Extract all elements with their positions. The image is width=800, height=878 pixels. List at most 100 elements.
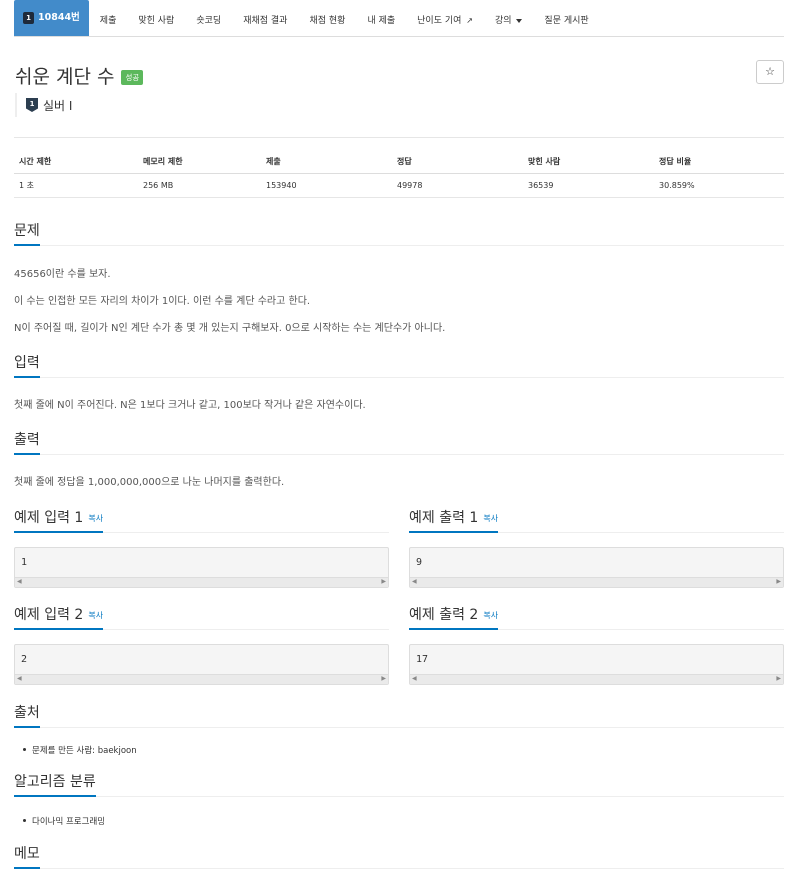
tab-problem-label: 10844번 bbox=[38, 12, 80, 23]
section-title-memo: 메모 bbox=[14, 843, 40, 869]
sample-output-2-value: 17 bbox=[416, 654, 429, 665]
sample-output-2-header: 예제 출력 2 복사 bbox=[409, 604, 784, 630]
section-title-problem: 문제 bbox=[14, 220, 40, 246]
tab-problem[interactable]: 1 10844번 bbox=[14, 0, 89, 36]
source-item: 문제를 만든 사람: baekjoon bbox=[23, 746, 137, 756]
table-row: 1 초 256 MB 153940 49978 36539 30.859% bbox=[14, 174, 784, 198]
sample-output-2-title: 예제 출력 2 bbox=[409, 607, 479, 623]
section-title-algorithm: 알고리즘 분류 bbox=[14, 771, 96, 797]
sample-input-2-header: 예제 입력 2 복사 bbox=[14, 604, 389, 630]
algorithm-tag-link[interactable]: 다이나믹 프로그래밍 bbox=[22, 815, 105, 827]
cell-solved-users: 36539 bbox=[528, 181, 554, 190]
scroll-right-icon[interactable]: ▶ bbox=[381, 577, 386, 587]
star-button[interactable]: ☆ bbox=[756, 60, 784, 84]
scroll-left-icon[interactable]: ◀ bbox=[17, 674, 22, 684]
cell-submissions: 153940 bbox=[266, 181, 297, 190]
output-description: 첫째 줄에 정답을 1,000,000,000으로 나눈 나머지를 출력한다. bbox=[14, 477, 285, 488]
algorithm-section-header: 알고리즘 분류 bbox=[14, 771, 784, 797]
problem-title: 쉬운 계단 수 bbox=[15, 66, 115, 88]
tab-rejudge-results[interactable]: 재채점 결과 bbox=[232, 6, 298, 36]
sample-output-2-box[interactable]: 17 ◀ ▶ bbox=[409, 644, 784, 685]
horizontal-scrollbar[interactable] bbox=[410, 577, 783, 587]
sample-input-1-title: 예제 입력 1 bbox=[14, 510, 84, 526]
tab-question-board[interactable]: 질문 게시판 bbox=[533, 6, 599, 36]
horizontal-scrollbar[interactable] bbox=[15, 577, 388, 587]
section-title-output: 출력 bbox=[14, 429, 40, 455]
section-divider bbox=[14, 868, 784, 869]
sample-input-1-title-wrap: 예제 입력 1 복사 bbox=[14, 507, 104, 533]
sample-input-2-value: 2 bbox=[21, 654, 28, 665]
tier-badge-icon: 1 bbox=[23, 12, 34, 24]
header-accept-ratio: 정답 비율 bbox=[659, 157, 692, 166]
sample-output-1-title: 예제 출력 1 bbox=[409, 510, 479, 526]
tab-difficulty-contribution[interactable]: 난이도 기여 ↗ bbox=[406, 6, 484, 36]
copy-sample-input-1-link[interactable]: 복사 bbox=[88, 514, 103, 523]
sample-output-1-value: 9 bbox=[416, 557, 423, 568]
sample-input-2-title: 예제 입력 2 bbox=[14, 607, 84, 623]
section-title-input: 입력 bbox=[14, 352, 40, 378]
problem-section-header: 문제 bbox=[14, 220, 784, 246]
sample-input-2-title-wrap: 예제 입력 2 복사 bbox=[14, 604, 104, 630]
lecture-label: 강의 bbox=[494, 16, 512, 26]
tab-my-submissions[interactable]: 내 제출 bbox=[356, 6, 406, 36]
copy-sample-input-2-link[interactable]: 복사 bbox=[88, 611, 103, 620]
sample-output-1-header: 예제 출력 1 복사 bbox=[409, 507, 784, 533]
cell-time-limit: 1 초 bbox=[19, 181, 34, 190]
tab-judge-status[interactable]: 채점 현황 bbox=[298, 6, 356, 36]
caret-down-icon bbox=[516, 18, 523, 23]
cell-accept-ratio: 30.859% bbox=[659, 181, 695, 190]
nav-divider bbox=[14, 36, 784, 37]
problem-info-table: 시간 제한 메모리 제한 제출 정답 맞힌 사람 정답 비율 1 초 256 M… bbox=[14, 150, 784, 198]
section-divider bbox=[14, 454, 784, 455]
copy-sample-output-1-link[interactable]: 복사 bbox=[483, 514, 498, 523]
section-title-source: 출처 bbox=[14, 702, 40, 728]
input-section-header: 입력 bbox=[14, 352, 784, 378]
horizontal-scrollbar[interactable] bbox=[15, 674, 388, 684]
problem-title-row: 쉬운 계단 수 성공 bbox=[15, 62, 144, 89]
memo-section-header: 메모 bbox=[14, 843, 784, 869]
source-section-header: 출처 bbox=[14, 702, 784, 728]
problem-line-2: 이 수는 인접한 모든 자리의 차이가 1이다. 이런 수를 계단 수라고 한다… bbox=[14, 296, 311, 307]
scroll-right-icon[interactable]: ▶ bbox=[776, 577, 781, 587]
sample-output-1-title-wrap: 예제 출력 1 복사 bbox=[409, 507, 499, 533]
tab-submit[interactable]: 제출 bbox=[89, 6, 128, 36]
sample-input-1-box[interactable]: 1 ◀ ▶ bbox=[14, 547, 389, 588]
star-icon: ☆ bbox=[765, 65, 775, 78]
problem-nav-tabs: 1 10844번 제출 맞힌 사람 숏코딩 재채점 결과 채점 현황 내 제출 … bbox=[14, 0, 600, 36]
header-solved-users: 맞힌 사람 bbox=[528, 157, 561, 166]
section-divider bbox=[14, 245, 784, 246]
input-description: 첫째 줄에 N이 주어진다. N은 1보다 크거나 같고, 100보다 작거나 … bbox=[14, 400, 366, 411]
tab-solved-users[interactable]: 맞힌 사람 bbox=[127, 6, 185, 36]
scroll-right-icon[interactable]: ▶ bbox=[381, 674, 386, 684]
section-divider bbox=[14, 377, 784, 378]
table-header-row: 시간 제한 메모리 제한 제출 정답 맞힌 사람 정답 비율 bbox=[14, 150, 784, 174]
sample-output-1-box[interactable]: 9 ◀ ▶ bbox=[409, 547, 784, 588]
sample-input-1-header: 예제 입력 1 복사 bbox=[14, 507, 389, 533]
sample-input-2-box[interactable]: 2 ◀ ▶ bbox=[14, 644, 389, 685]
scroll-left-icon[interactable]: ◀ bbox=[17, 577, 22, 587]
cell-accepted: 49978 bbox=[397, 181, 423, 190]
header-submissions: 제출 bbox=[266, 157, 281, 166]
header-memory-limit: 메모리 제한 bbox=[143, 157, 183, 166]
output-section-header: 출력 bbox=[14, 429, 784, 455]
horizontal-scrollbar[interactable] bbox=[410, 674, 783, 684]
problem-line-1: 45656이란 수를 보자. bbox=[14, 269, 111, 280]
section-divider bbox=[14, 727, 784, 728]
tier-label: 실버 I bbox=[43, 98, 73, 113]
tier-row: 1 실버 I bbox=[15, 93, 72, 117]
scroll-left-icon[interactable]: ◀ bbox=[412, 674, 417, 684]
header-time-limit: 시간 제한 bbox=[19, 157, 52, 166]
external-link-icon: ↗ bbox=[466, 16, 473, 25]
header-accepted: 정답 bbox=[397, 157, 412, 166]
tab-lecture-dropdown[interactable]: 강의 bbox=[484, 6, 533, 36]
sample-output-2-title-wrap: 예제 출력 2 복사 bbox=[409, 604, 499, 630]
cell-memory-limit: 256 MB bbox=[143, 181, 174, 190]
status-badge: 성공 bbox=[121, 70, 144, 85]
problem-line-3: N이 주어질 때, 길이가 N인 계단 수가 총 몇 개 있는지 구해보자. 0… bbox=[14, 323, 446, 334]
scroll-right-icon[interactable]: ▶ bbox=[776, 674, 781, 684]
sample-input-1-value: 1 bbox=[21, 557, 28, 568]
tier-shield-icon: 1 bbox=[26, 98, 38, 112]
tab-short-coding[interactable]: 숏코딩 bbox=[185, 6, 232, 36]
scroll-left-icon[interactable]: ◀ bbox=[412, 577, 417, 587]
copy-sample-output-2-link[interactable]: 복사 bbox=[483, 611, 498, 620]
